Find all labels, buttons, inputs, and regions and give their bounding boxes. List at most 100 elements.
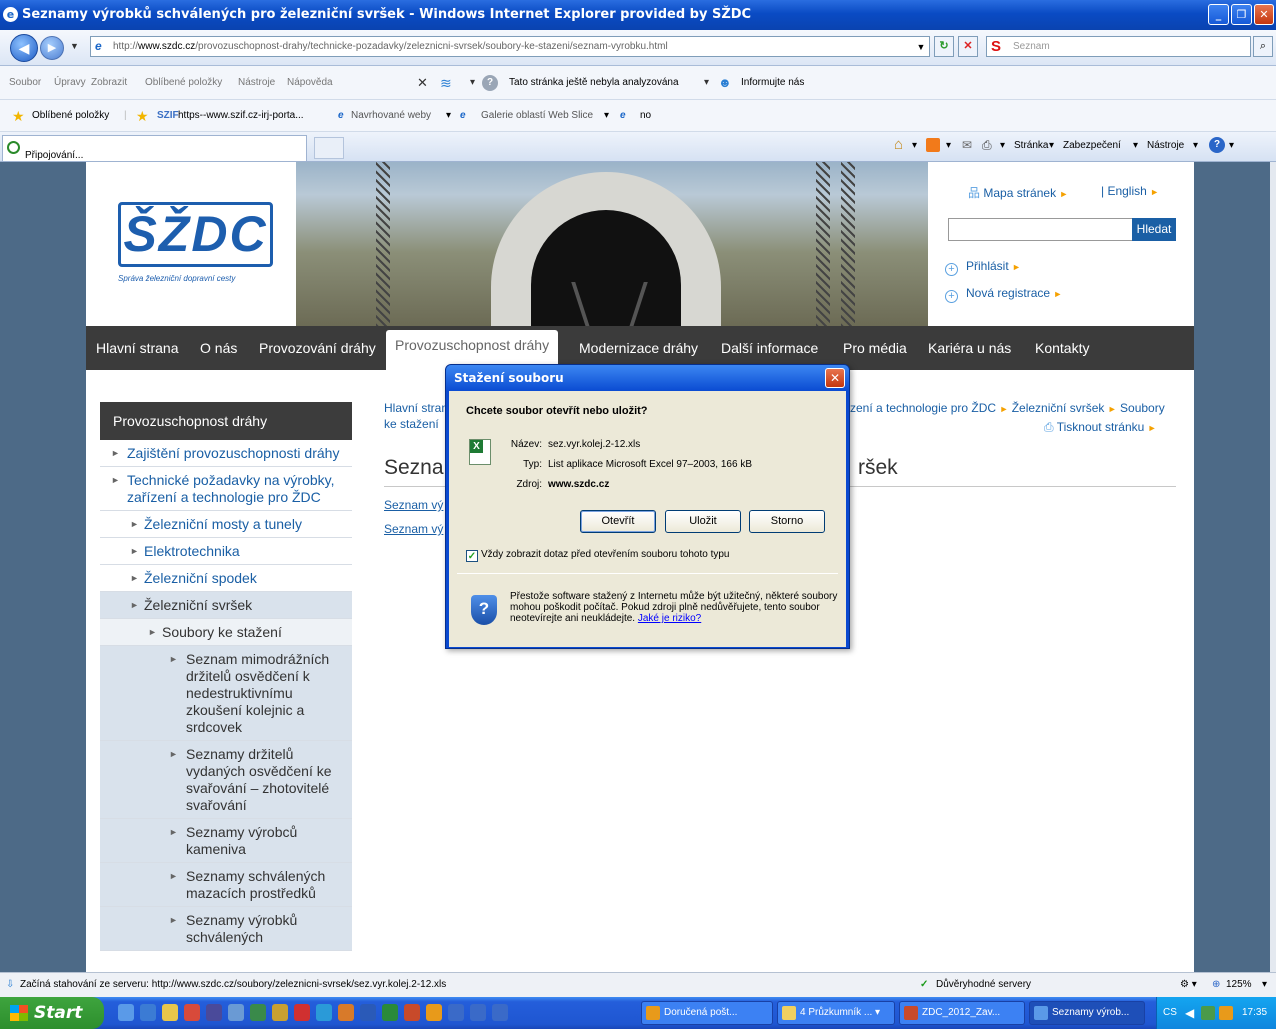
- open-button[interactable]: Otevřít: [580, 510, 656, 533]
- address-input[interactable]: e http://www.szdc.cz/provozuschopnost-dr…: [90, 36, 930, 57]
- dropdown-icon[interactable]: ▾: [1229, 140, 1234, 151]
- left-menu-item[interactable]: ► Seznamy držitelů vydaných osvědčení ke …: [100, 741, 352, 819]
- quicklaunch-app-icon[interactable]: [228, 1004, 244, 1021]
- list-link[interactable]: Seznam vý: [384, 498, 443, 512]
- task-powerpoint[interactable]: ZDC_2012_Zav...: [899, 1001, 1025, 1025]
- quicklaunch-app-icon[interactable]: [470, 1004, 486, 1021]
- analyze-status[interactable]: Tato stránka ještě nebyla analyzována: [509, 66, 679, 100]
- rss-icon[interactable]: [926, 138, 940, 152]
- nav-about[interactable]: O nás: [200, 340, 237, 356]
- home-icon[interactable]: ⌂: [894, 136, 903, 153]
- address-dropdown-icon[interactable]: ▼: [914, 38, 928, 55]
- help-icon[interactable]: ?: [1209, 137, 1225, 153]
- network-icon[interactable]: [1201, 1006, 1215, 1020]
- menu-oblibene[interactable]: Oblíbené položky: [145, 66, 222, 100]
- close-toolbar-icon[interactable]: ✕: [417, 66, 428, 100]
- quicklaunch-app-icon[interactable]: [206, 1004, 222, 1021]
- szdc-logo[interactable]: ŠŽDC Správa železniční dopravní cesty: [118, 202, 278, 287]
- register-link[interactable]: + Nová registrace ►: [945, 286, 1062, 303]
- quicklaunch-app-icon[interactable]: [448, 1004, 464, 1021]
- start-button[interactable]: Start: [0, 997, 104, 1029]
- language-indicator[interactable]: CS: [1163, 997, 1177, 1029]
- minimize-button[interactable]: _: [1208, 4, 1229, 25]
- left-menu-item[interactable]: ► Elektrotechnika: [100, 538, 352, 565]
- quicklaunch-browser-icon[interactable]: [140, 1004, 156, 1021]
- forward-arrow-icon[interactable]: ▶: [40, 36, 64, 60]
- nav-modernization[interactable]: Modernizace dráhy: [579, 340, 698, 356]
- dropdown-icon[interactable]: ▾: [1000, 140, 1005, 151]
- new-tab-button[interactable]: [314, 137, 344, 159]
- add-favorite-icon[interactable]: ★: [136, 100, 149, 132]
- nav-home[interactable]: Hlavní strana: [96, 340, 178, 356]
- left-menu-item[interactable]: ► Seznamy výrobců kameniva: [100, 819, 352, 863]
- menu-napoveda[interactable]: Nápověda: [287, 66, 333, 100]
- left-menu-item[interactable]: ► Technické požadavky na výrobky, zařízen…: [100, 467, 352, 511]
- left-menu-item[interactable]: ► Zajištění provozuschopnosti dráhy: [100, 440, 352, 467]
- quicklaunch-app-icon[interactable]: [492, 1004, 508, 1021]
- english-link[interactable]: | English ►: [1101, 184, 1159, 198]
- left-menu-item[interactable]: ► Železniční spodek: [100, 565, 352, 592]
- dropdown-icon[interactable]: ▾: [446, 100, 451, 132]
- crumb-downloads[interactable]: ke stažení: [384, 416, 439, 432]
- left-menu-item[interactable]: ► Železniční mosty a tunely: [100, 511, 352, 538]
- crumb-requirements[interactable]: zení a technologie pro ŽDC ► Železniční …: [850, 400, 1165, 417]
- left-menu-item-selected[interactable]: ► Železniční svršek: [100, 592, 352, 619]
- zoom-dropdown-icon[interactable]: ▾: [1262, 973, 1267, 997]
- outlook-tray-icon[interactable]: [1219, 1006, 1233, 1020]
- left-menu-item[interactable]: ► Seznam mimodrážních držitelů osvědčení …: [100, 646, 352, 741]
- refresh-icon[interactable]: ↻: [934, 36, 954, 57]
- dropdown-icon[interactable]: ▾: [1193, 140, 1198, 151]
- window-title-bar[interactable]: e Seznamy výrobků schválených pro železn…: [0, 0, 1276, 30]
- menu-zobrazit[interactable]: Zobrazit: [91, 66, 127, 100]
- maximize-button[interactable]: ❐: [1231, 4, 1252, 25]
- list-link[interactable]: Seznam vý: [384, 522, 443, 536]
- clock[interactable]: 17:35: [1242, 997, 1267, 1029]
- inform-link[interactable]: Informujte nás: [741, 66, 804, 100]
- cmd-page[interactable]: Stránka: [1014, 140, 1048, 151]
- history-dropdown-icon[interactable]: ▼: [70, 41, 79, 51]
- nav-more-info[interactable]: Další informace: [721, 340, 818, 356]
- tray-arrow-icon[interactable]: ◀: [1185, 997, 1194, 1029]
- quicklaunch-word-icon[interactable]: [360, 1004, 376, 1021]
- quicklaunch-home-icon[interactable]: [162, 1004, 178, 1021]
- site-search-button[interactable]: Hledat: [1132, 218, 1176, 241]
- dropdown-icon[interactable]: ▾: [1049, 140, 1054, 151]
- left-menu-item[interactable]: ► Soubory ke stažení: [100, 619, 352, 646]
- dropdown-icon[interactable]: ▾: [604, 100, 609, 132]
- menu-nastroje[interactable]: Nástroje: [238, 66, 275, 100]
- quicklaunch-excel-icon[interactable]: [382, 1004, 398, 1021]
- quicklaunch-app-icon[interactable]: [272, 1004, 288, 1021]
- print-page-link[interactable]: ⎙ Tisknout stránku ►: [1044, 420, 1157, 435]
- always-ask-checkbox[interactable]: ✓ Vždy zobrazit dotaz před otevřením soub…: [466, 549, 729, 562]
- wifi-icon[interactable]: ≋: [440, 66, 452, 100]
- save-button[interactable]: Uložit: [665, 510, 741, 533]
- stop-icon[interactable]: ✕: [958, 36, 978, 57]
- left-menu-item[interactable]: ► Seznamy výrobků schválených: [100, 907, 352, 951]
- crumb-home[interactable]: Hlavní stran: [384, 400, 448, 416]
- dropdown-icon[interactable]: ▾: [912, 140, 917, 151]
- security-zone[interactable]: Důvěryhodné servery: [936, 973, 1031, 997]
- task-ie-active[interactable]: Seznamy výrob...: [1029, 1001, 1145, 1025]
- quicklaunch-app-icon[interactable]: [184, 1004, 200, 1021]
- dropdown-icon[interactable]: ▾: [1133, 140, 1138, 151]
- dialog-title[interactable]: Stažení souboru: [446, 365, 849, 391]
- quicklaunch-app-icon[interactable]: [294, 1004, 310, 1021]
- tab-current[interactable]: Připojování...: [2, 135, 307, 161]
- quicklaunch-app-icon[interactable]: [338, 1004, 354, 1021]
- nav-media[interactable]: Pro média: [843, 340, 907, 356]
- back-arrow-icon[interactable]: ◀: [10, 34, 38, 62]
- nav-contacts[interactable]: Kontakty: [1035, 340, 1089, 356]
- login-link[interactable]: + Přihlásit ►: [945, 259, 1021, 276]
- fav-link-szif[interactable]: https--www.szif.cz-irj-porta...: [178, 100, 304, 132]
- quicklaunch-app-icon[interactable]: [316, 1004, 332, 1021]
- fav-link-no[interactable]: no: [640, 100, 651, 132]
- risk-link[interactable]: Jaké je riziko?: [638, 613, 701, 624]
- site-search-input[interactable]: [948, 218, 1133, 241]
- quicklaunch-ie-icon[interactable]: [118, 1004, 134, 1021]
- print-icon[interactable]: ⎙: [982, 138, 992, 153]
- task-explorer[interactable]: 4 Průzkumník ... ▾: [777, 1001, 895, 1025]
- zoom-level[interactable]: 125%: [1226, 973, 1252, 997]
- menu-soubor[interactable]: Soubor: [9, 66, 41, 100]
- fav-link-webslice[interactable]: Galerie oblastí Web Slice: [481, 100, 593, 132]
- analyze-dropdown-icon[interactable]: ▾: [704, 66, 709, 100]
